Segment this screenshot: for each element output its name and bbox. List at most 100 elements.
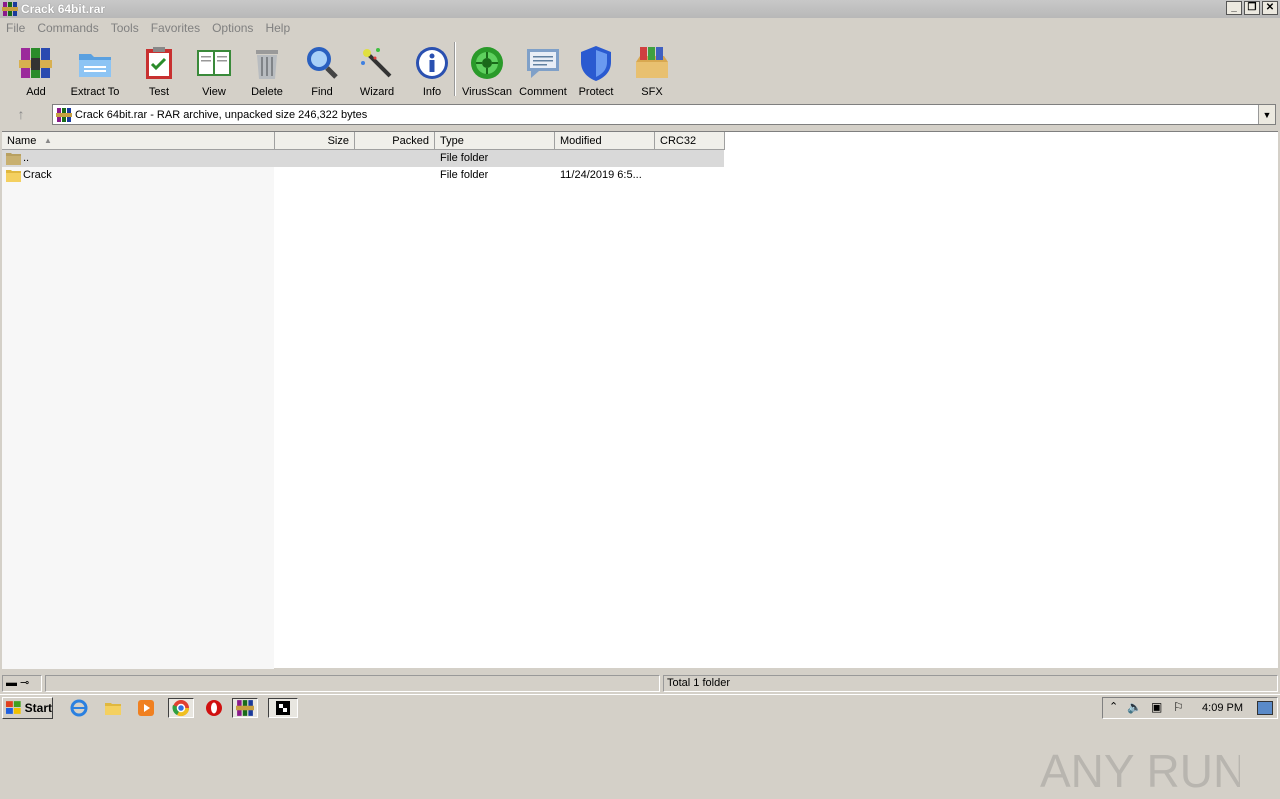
- app-window-icon[interactable]: [268, 698, 298, 718]
- system-tray: ⌃ 🔈 ▣ ⚐ 4:09 PM: [1102, 697, 1278, 719]
- shield-icon: [581, 46, 611, 81]
- column-name-label: Name: [7, 135, 37, 147]
- status-total: Total 1 folder: [663, 675, 1278, 692]
- restore-button[interactable]: ❐: [1244, 1, 1260, 15]
- test-clipboard-icon: [146, 47, 172, 79]
- test-button[interactable]: Test: [141, 40, 177, 98]
- clock[interactable]: 4:09 PM: [1202, 702, 1243, 714]
- row-name: Crack: [23, 169, 52, 181]
- menu-commands[interactable]: Commands: [37, 21, 98, 35]
- file-list[interactable]: Name ▲ Size Packed Type Modified CRC32 .…: [2, 131, 1278, 797]
- column-header-type[interactable]: Type: [435, 132, 555, 150]
- magnifier-icon: [307, 47, 338, 79]
- virusscan-button[interactable]: VirusScan: [462, 40, 512, 98]
- status-left-pane: [45, 675, 660, 692]
- view-label: View: [202, 86, 226, 98]
- extract-folder-icon: [79, 54, 111, 77]
- menu-bar: File Commands Tools Favorites Options He…: [0, 18, 1280, 38]
- wizard-label: Wizard: [359, 86, 395, 98]
- folder-icon: [6, 170, 21, 182]
- winrar-app-icon: [2, 2, 18, 16]
- toolbar-separator: [454, 42, 456, 96]
- watermark-text: ANY RUN: [1040, 745, 1240, 797]
- find-button[interactable]: Find: [302, 40, 342, 98]
- delete-label: Delete: [251, 86, 283, 98]
- magic-wand-icon: [361, 48, 392, 78]
- wizard-button[interactable]: Wizard: [357, 40, 397, 98]
- sort-ascending-icon: ▲: [44, 136, 52, 145]
- status-bar: ▬ ⊸ Total 1 folder: [0, 674, 1280, 693]
- folder-up-icon: [6, 153, 21, 165]
- show-hidden-icons-icon[interactable]: ⌃: [1109, 700, 1118, 713]
- view-button[interactable]: View: [193, 40, 235, 98]
- trash-icon: [256, 50, 278, 79]
- column-header-size[interactable]: Size: [275, 132, 355, 150]
- dropdown-arrow-icon[interactable]: ▼: [1258, 105, 1275, 124]
- close-button[interactable]: ✕: [1262, 1, 1278, 15]
- drive-status-icon[interactable]: ▬ ⊸: [2, 675, 42, 692]
- file-explorer-icon[interactable]: [102, 698, 124, 718]
- address-text: Crack 64bit.rar - RAR archive, unpacked …: [75, 108, 368, 121]
- column-header-packed[interactable]: Packed: [355, 132, 435, 150]
- taskbar: Start ⌃ 🔈 ▣ ⚐ 4:09 PM: [0, 694, 1280, 720]
- menu-favorites[interactable]: Favorites: [151, 21, 200, 35]
- column-header-name[interactable]: Name ▲: [2, 132, 275, 150]
- menu-help[interactable]: Help: [265, 21, 290, 35]
- comment-button[interactable]: Comment: [518, 40, 568, 98]
- anyrun-watermark-logo: ANY RUN: [1040, 745, 1240, 797]
- comment-label: Comment: [519, 86, 567, 98]
- test-label: Test: [148, 86, 170, 98]
- info-button[interactable]: Info: [414, 40, 450, 98]
- sfx-button[interactable]: SFX: [630, 40, 674, 98]
- internet-explorer-icon[interactable]: [68, 698, 90, 718]
- column-header-crc32[interactable]: CRC32: [655, 132, 725, 150]
- view-book-icon: [197, 50, 231, 76]
- menu-tools[interactable]: Tools: [111, 21, 139, 35]
- network-icon[interactable]: ▣: [1151, 700, 1162, 714]
- toolbar: Add Extract To Test View Delete Find Wiz…: [0, 40, 1280, 100]
- add-archive-icon: [19, 48, 52, 78]
- rar-file-icon: [56, 107, 72, 122]
- sfx-label: SFX: [641, 86, 663, 98]
- window-title: Crack 64bit.rar: [21, 2, 106, 16]
- info-icon: [416, 47, 448, 79]
- row-modified: 11/24/2019 6:5...: [560, 169, 642, 181]
- start-label: Start: [24, 701, 52, 715]
- add-button[interactable]: Add: [18, 40, 54, 98]
- table-row[interactable]: Crack File folder 11/24/2019 6:5...: [2, 167, 724, 184]
- up-arrow-icon[interactable]: ↑: [6, 103, 36, 125]
- extract-to-button[interactable]: Extract To: [66, 40, 124, 98]
- info-label: Info: [422, 86, 442, 98]
- name-column-background: [2, 150, 274, 669]
- menu-file[interactable]: File: [6, 21, 25, 35]
- row-name: ..: [23, 152, 30, 164]
- comment-icon: [527, 49, 559, 78]
- virus-scan-icon: [471, 47, 503, 79]
- delete-button[interactable]: Delete: [247, 40, 287, 98]
- protect-button[interactable]: Protect: [574, 40, 618, 98]
- action-center-flag-icon[interactable]: ⚐: [1173, 700, 1184, 714]
- winrar-window: Crack 64bit.rar _ ❐ ✕ File Commands Tool…: [0, 0, 1280, 797]
- extract-to-label: Extract To: [70, 86, 120, 98]
- chrome-icon[interactable]: [168, 698, 194, 718]
- volume-icon[interactable]: 🔈: [1127, 700, 1142, 714]
- title-bar[interactable]: Crack 64bit.rar _ ❐ ✕: [0, 0, 1280, 18]
- menu-options[interactable]: Options: [212, 21, 253, 35]
- sfx-box-icon: [636, 47, 668, 78]
- virusscan-label: VirusScan: [462, 86, 512, 98]
- protect-label: Protect: [578, 86, 614, 98]
- minimize-button[interactable]: _: [1226, 1, 1242, 15]
- address-bar: ↑ Crack 64bit.rar - RAR archive, unpacke…: [0, 102, 1280, 126]
- media-player-icon[interactable]: [135, 698, 157, 718]
- start-button[interactable]: Start: [2, 697, 53, 719]
- windows-logo-icon: [6, 701, 21, 714]
- column-header-modified[interactable]: Modified: [555, 132, 655, 150]
- add-label: Add: [26, 86, 46, 98]
- winrar-taskbar-icon[interactable]: [232, 698, 258, 718]
- find-label: Find: [311, 86, 333, 98]
- show-desktop-icon[interactable]: [1257, 701, 1273, 715]
- row-type: File folder: [440, 152, 489, 164]
- opera-icon[interactable]: [203, 698, 225, 718]
- table-row[interactable]: .. File folder: [2, 150, 724, 167]
- address-field[interactable]: Crack 64bit.rar - RAR archive, unpacked …: [52, 104, 1276, 125]
